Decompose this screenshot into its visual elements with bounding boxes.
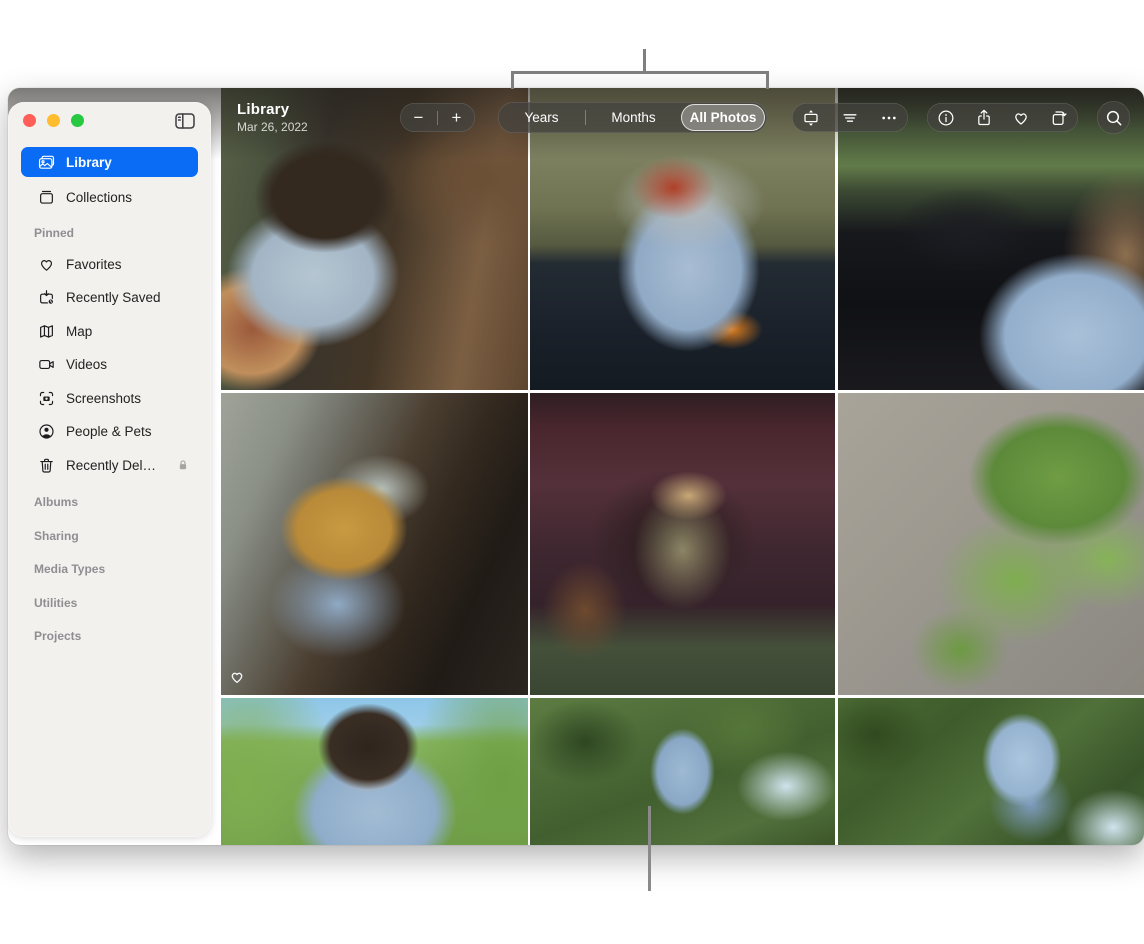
tab-years[interactable]: Years: [498, 102, 585, 133]
view-switcher: Years Months All Photos: [498, 102, 767, 133]
zoom-in-button[interactable]: +: [438, 103, 475, 132]
more-button[interactable]: [873, 103, 905, 132]
sidebar-toggle-icon: [173, 109, 197, 133]
info-button[interactable]: [930, 103, 962, 132]
zoom-out-button[interactable]: −: [400, 103, 437, 132]
sidebar-item-label: Screenshots: [66, 391, 141, 406]
photo-thumbnail[interactable]: [530, 698, 835, 845]
callout-top-bracket-right-end: [766, 71, 769, 89]
lock-icon: [176, 458, 190, 477]
minimize-window-button[interactable]: [47, 114, 60, 127]
filter-lines-icon: [840, 108, 860, 128]
sidebar-item-label: Recently Saved: [66, 290, 161, 305]
section-header-sharing[interactable]: Sharing: [34, 529, 79, 547]
collections-icon: [35, 188, 57, 207]
favorite-button[interactable]: [1005, 103, 1037, 132]
date-label: Mar 26, 2022: [237, 120, 308, 134]
photos-app-window: Library Mar 26, 2022 − + Years Months Al…: [8, 88, 1144, 845]
aspect-ratio-icon: [801, 108, 821, 128]
sidebar-item-label: People & Pets: [66, 424, 152, 439]
close-window-button[interactable]: [23, 114, 36, 127]
photo-thumbnail[interactable]: [838, 698, 1144, 845]
tab-all-photos[interactable]: All Photos: [681, 104, 765, 131]
callout-bottom-line: [648, 806, 651, 891]
thumbnail-zoom-control: − +: [400, 103, 475, 132]
video-camera-icon: [35, 355, 57, 374]
heart-icon: [35, 255, 57, 274]
zoom-window-button[interactable]: [71, 114, 84, 127]
more-ellipsis-icon: [879, 108, 899, 128]
photo-actions-group: [927, 103, 1078, 132]
trash-icon: [35, 456, 57, 475]
info-icon: [936, 108, 956, 128]
screenshot-viewfinder-icon: [35, 389, 57, 408]
rotate-icon: [1049, 108, 1069, 128]
filter-button[interactable]: [834, 103, 866, 132]
share-button[interactable]: [968, 103, 1000, 132]
photo-thumbnail[interactable]: [530, 88, 835, 390]
sidebar-item-recently-deleted[interactable]: Recently Del…: [21, 450, 198, 480]
section-header-utilities[interactable]: Utilities: [34, 596, 77, 614]
map-icon: [35, 322, 57, 341]
sidebar-item-favorites[interactable]: Favorites: [21, 249, 198, 279]
sidebar-item-screenshots[interactable]: Screenshots: [21, 383, 198, 413]
page-title: Library: [237, 101, 308, 118]
tab-months[interactable]: Months: [586, 102, 681, 133]
sidebar-item-collections[interactable]: Collections: [21, 182, 198, 212]
photo-thumbnail[interactable]: [221, 393, 528, 695]
sidebar-item-map[interactable]: Map: [21, 316, 198, 346]
photos-library-icon: [35, 153, 57, 172]
sidebar-item-videos[interactable]: Videos: [21, 349, 198, 379]
photo-thumbnail[interactable]: [221, 698, 528, 845]
person-circle-icon: [35, 422, 57, 441]
section-header-projects[interactable]: Projects: [34, 629, 81, 647]
search-button[interactable]: [1097, 101, 1130, 134]
plus-icon: +: [452, 108, 462, 128]
section-header-pinned: Pinned: [34, 226, 74, 244]
sidebar-item-people-pets[interactable]: People & Pets: [21, 416, 198, 446]
sidebar-item-label: Library: [66, 155, 112, 170]
sidebar-item-library[interactable]: Library: [21, 147, 198, 177]
section-header-media-types[interactable]: Media Types: [34, 562, 105, 580]
sidebar: Library Collections Pinned Favorites: [8, 102, 211, 837]
tab-label: Years: [524, 110, 558, 125]
window-controls: [23, 114, 84, 127]
callout-top-stem: [643, 49, 646, 73]
sidebar-item-label: Videos: [66, 357, 107, 372]
sidebar-item-label: Map: [66, 324, 92, 339]
heart-icon: [1011, 108, 1031, 128]
recently-saved-icon: [35, 288, 57, 307]
photo-thumbnail[interactable]: [838, 393, 1144, 695]
share-icon: [974, 108, 994, 128]
tab-label: All Photos: [690, 110, 757, 125]
photo-thumbnail[interactable]: [530, 393, 835, 695]
sidebar-item-label: Recently Del…: [66, 458, 156, 473]
rotate-button[interactable]: [1043, 103, 1075, 132]
aspect-ratio-button[interactable]: [795, 103, 827, 132]
section-header-albums[interactable]: Albums: [34, 495, 78, 513]
tab-label: Months: [611, 110, 655, 125]
minus-icon: −: [414, 108, 424, 128]
sidebar-item-label: Collections: [66, 190, 132, 205]
sidebar-item-recently-saved[interactable]: Recently Saved: [21, 282, 198, 312]
header-title-block: Library Mar 26, 2022: [237, 101, 308, 134]
callout-top-bracket: [511, 71, 769, 74]
photo-thumbnail[interactable]: [838, 88, 1144, 390]
callout-top-bracket-left-end: [511, 71, 514, 89]
search-icon: [1104, 108, 1124, 128]
sidebar-toggle-button[interactable]: [171, 109, 199, 133]
sidebar-item-label: Favorites: [66, 257, 122, 272]
favorite-badge-icon: [228, 668, 246, 686]
view-options-group: [792, 103, 908, 132]
